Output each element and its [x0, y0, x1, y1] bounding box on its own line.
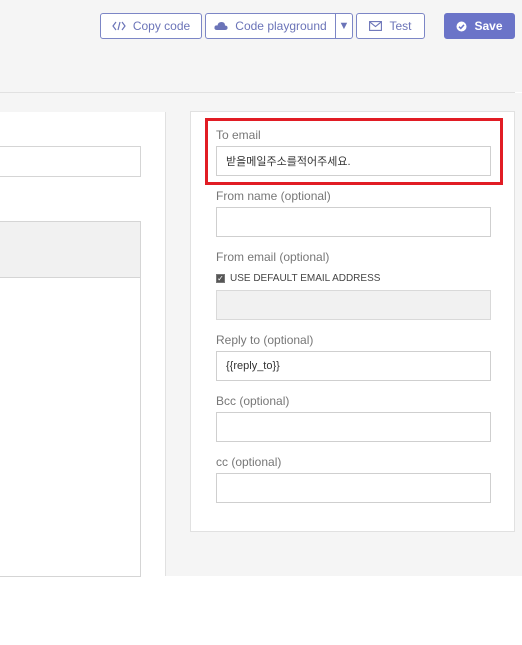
code-playground-label: Code playground	[235, 19, 327, 33]
to-email-highlight-box	[205, 118, 503, 185]
subject-input[interactable]	[0, 146, 141, 177]
reply-to-label: Reply to (optional)	[216, 333, 314, 347]
checkbox-checked-icon[interactable]: ✓	[216, 274, 225, 283]
reply-to-value: {{reply_to}}	[226, 360, 280, 372]
bcc-label: Bcc (optional)	[216, 394, 290, 408]
cc-label: cc (optional)	[216, 455, 282, 469]
check-circle-icon	[456, 21, 467, 32]
from-name-label: From name (optional)	[216, 189, 331, 203]
editor-toolbar	[0, 222, 140, 278]
test-button[interactable]: Test	[356, 13, 425, 39]
cloud-icon	[214, 21, 228, 31]
code-playground-dropdown-button[interactable]: ▼	[335, 13, 353, 39]
copy-code-button[interactable]: Copy code	[100, 13, 202, 39]
content-editor[interactable]	[0, 221, 141, 577]
from-email-label: From email (optional)	[216, 250, 330, 264]
copy-code-label: Copy code	[132, 19, 191, 33]
envelope-icon	[369, 21, 383, 31]
save-button[interactable]: Save	[444, 13, 515, 39]
from-email-input	[216, 290, 491, 320]
code-playground-button[interactable]: Code playground	[205, 13, 336, 39]
reply-to-input[interactable]: {{reply_to}}	[216, 351, 491, 381]
test-label: Test	[389, 19, 412, 33]
use-default-email-checkbox[interactable]: ✓ USE DEFAULT EMAIL ADDRESS	[216, 273, 380, 284]
code-icon	[112, 21, 126, 31]
cc-input[interactable]	[216, 473, 491, 503]
bcc-input[interactable]	[216, 412, 491, 442]
chevron-down-icon: ▼	[338, 20, 350, 32]
from-name-input[interactable]	[216, 207, 491, 237]
save-label: Save	[474, 19, 503, 33]
use-default-email-label: USE DEFAULT EMAIL ADDRESS	[230, 273, 381, 284]
